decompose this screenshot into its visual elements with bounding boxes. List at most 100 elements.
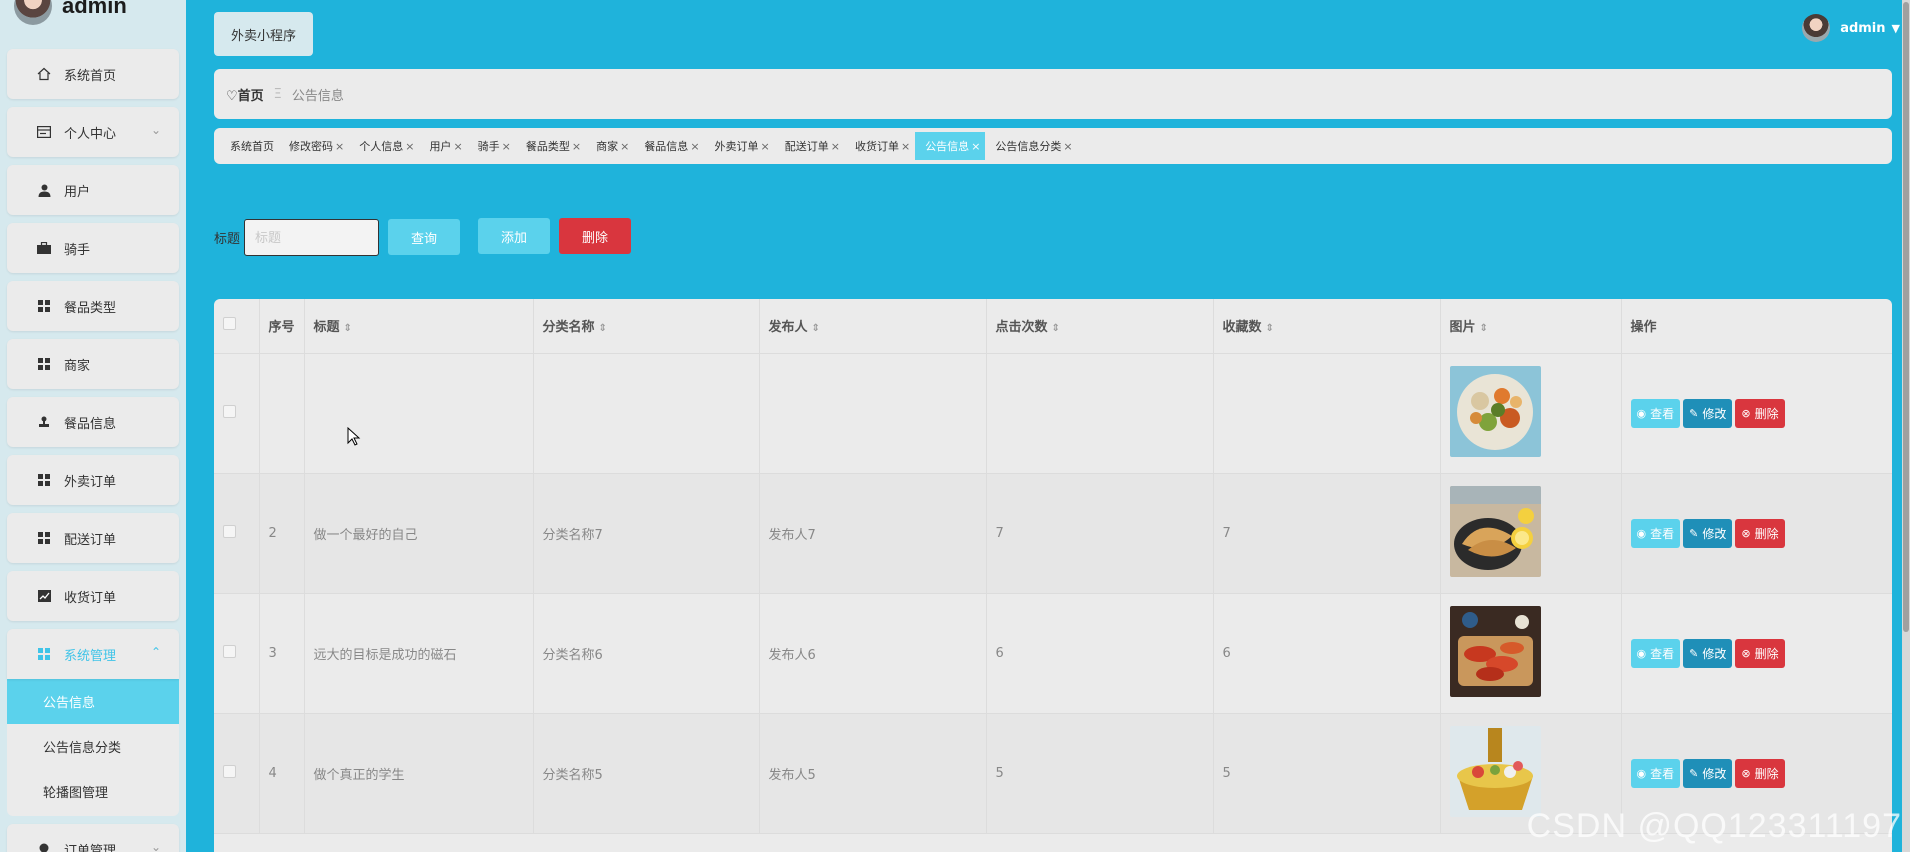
view-button[interactable]: ◉ 查看 <box>1630 638 1681 668</box>
sort-icon[interactable]: ⇕ <box>1052 323 1060 334</box>
tag-delivery-orders[interactable]: 配送订单 × <box>775 132 845 160</box>
row-checkbox[interactable] <box>223 524 236 538</box>
sidebar-item-takeout-orders[interactable]: 外卖订单 <box>7 455 179 505</box>
cell-publisher: 发布人6 <box>759 593 987 714</box>
delete-button[interactable]: ⊗ 删除 <box>1735 398 1785 428</box>
sidebar-item-label: 餐品信息 <box>64 416 117 432</box>
table-row: 2 做一个最好的自己 分类名称7 发布人7 7 7 ◉ 查看 ✎ 修改 ⊗ 删除 <box>214 473 1892 594</box>
close-icon[interactable]: × <box>453 140 462 153</box>
edit-button[interactable]: ✎ 修改 <box>1683 758 1733 788</box>
breadcrumb-home[interactable]: ♡首页 <box>226 85 264 104</box>
edit-button[interactable]: ✎ 修改 <box>1683 518 1733 548</box>
sidebar-item-home[interactable]: 系统首页 <box>7 49 179 99</box>
sidebar-item-users[interactable]: 用户 <box>7 165 179 215</box>
sort-icon[interactable]: ⇕ <box>1266 323 1274 334</box>
sort-icon[interactable]: ⇕ <box>599 323 607 334</box>
sidebar-item-label: 系统管理 <box>64 648 117 664</box>
tag-food-types[interactable]: 餐品类型 × <box>516 132 586 160</box>
close-icon[interactable]: × <box>405 140 414 153</box>
food-image <box>1449 725 1541 817</box>
submenu-item-notice-categories[interactable]: 公告信息分类 <box>7 724 179 769</box>
row-checkbox[interactable] <box>223 764 236 778</box>
view-button[interactable]: ◉ 查看 <box>1630 398 1681 428</box>
sort-icon[interactable]: ⇕ <box>812 323 820 334</box>
close-icon[interactable]: × <box>971 140 980 153</box>
row-checkbox[interactable] <box>223 644 236 658</box>
app-title-button[interactable]: 外卖小程序 <box>214 12 313 56</box>
submenu-item-notices[interactable]: 公告信息 <box>7 679 179 724</box>
col-publisher-label: 发布人 <box>768 320 808 336</box>
col-title[interactable]: 标题 ⇕ <box>304 299 534 354</box>
tag-riders[interactable]: 骑手 × <box>468 132 516 160</box>
close-icon[interactable]: × <box>502 140 511 153</box>
sidebar-item-profile-center[interactable]: 个人中心 ⌄ <box>7 107 179 157</box>
cell-category <box>533 353 760 474</box>
delete-button[interactable]: ⊗ 删除 <box>1735 518 1785 548</box>
col-image[interactable]: 图片 ⇕ <box>1440 299 1622 354</box>
close-icon[interactable]: × <box>831 140 840 153</box>
sidebar-item-receipt-orders[interactable]: 收货订单 <box>7 571 179 621</box>
sidebar-item-order-management[interactable]: 订单管理 ⌄ <box>7 824 179 852</box>
cell-publisher: 发布人7 <box>759 473 987 594</box>
close-icon[interactable]: × <box>572 140 581 153</box>
close-icon[interactable]: × <box>761 140 770 153</box>
pencil-icon: ✎ <box>1689 526 1699 540</box>
edit-button[interactable]: ✎ 修改 <box>1683 398 1733 428</box>
close-icon[interactable]: × <box>1063 140 1072 153</box>
sort-icon[interactable]: ⇕ <box>1480 323 1488 334</box>
user-menu[interactable]: admin ▼ <box>1802 14 1900 42</box>
tag-notices[interactable]: 公告信息 × <box>915 132 986 160</box>
sidebar-item-system-management[interactable]: 系统管理 ⌃ <box>7 629 179 679</box>
scrollbar-thumb[interactable] <box>1903 2 1909 632</box>
sidebar-item-food-info[interactable]: 餐品信息 <box>7 397 179 447</box>
delete-button[interactable]: ⊗ 删除 <box>1735 638 1785 668</box>
sidebar-item-food-types[interactable]: 餐品类型 <box>7 281 179 331</box>
close-icon[interactable]: × <box>901 140 910 153</box>
col-clicks[interactable]: 点击次数 ⇕ <box>986 299 1214 354</box>
tag-home[interactable]: 系统首页 <box>220 132 279 160</box>
tag-takeout-orders[interactable]: 外卖订单 × <box>705 132 775 160</box>
title-search-input[interactable] <box>244 219 379 256</box>
tag-personal-info[interactable]: 个人信息 × <box>349 132 419 160</box>
edit-button[interactable]: ✎ 修改 <box>1683 638 1733 668</box>
delete-button[interactable]: ⊗ 删除 <box>1735 758 1785 788</box>
tag-notice-categories[interactable]: 公告信息分类 × <box>985 132 1077 160</box>
tag-food-info[interactable]: 餐品信息 × <box>634 132 704 160</box>
pencil-icon: ✎ <box>1689 766 1699 780</box>
select-all-checkbox[interactable] <box>223 317 236 331</box>
query-button[interactable]: 查询 <box>388 219 460 255</box>
col-category[interactable]: 分类名称 ⇕ <box>533 299 760 354</box>
view-button[interactable]: ◉ 查看 <box>1630 758 1681 788</box>
view-button[interactable]: ◉ 查看 <box>1630 518 1681 548</box>
sort-icon[interactable]: ⇕ <box>344 323 352 334</box>
col-favorites[interactable]: 收藏数 ⇕ <box>1213 299 1441 354</box>
delete-label: 删除 <box>1754 766 1779 781</box>
close-icon[interactable]: × <box>620 140 629 153</box>
sidebar-item-merchants[interactable]: 商家 <box>7 339 179 389</box>
food-image <box>1449 365 1541 457</box>
sidebar-item-label: 用户 <box>64 184 91 200</box>
close-icon[interactable]: × <box>335 140 344 153</box>
add-button[interactable]: 添加 <box>478 218 550 254</box>
chevron-up-icon: ⌃ <box>150 645 161 659</box>
food-image <box>1449 605 1541 697</box>
col-publisher[interactable]: 发布人 ⇕ <box>759 299 987 354</box>
page-scrollbar[interactable] <box>1902 0 1910 852</box>
close-icon[interactable]: × <box>690 140 699 153</box>
cell-favorites <box>1213 353 1441 474</box>
cell-index: 3 <box>259 593 305 714</box>
table-header-row: 序号 标题 ⇕ 分类名称 ⇕ 发布人 ⇕ 点击次数 ⇕ 收藏数 ⇕ 图片 ⇕ 操作 <box>214 299 1892 354</box>
batch-delete-button[interactable]: 删除 <box>559 218 631 254</box>
tag-users[interactable]: 用户 × <box>419 132 467 160</box>
tag-receipt-orders[interactable]: 收货订单 × <box>845 132 915 160</box>
chevron-down-icon: ⌄ <box>150 123 161 137</box>
sidebar-item-riders[interactable]: 骑手 <box>7 223 179 273</box>
close-circle-icon: ⊗ <box>1741 646 1751 660</box>
tag-change-password[interactable]: 修改密码 × <box>279 132 349 160</box>
sidebar-item-delivery-orders[interactable]: 配送订单 <box>7 513 179 563</box>
tag-merchants[interactable]: 商家 × <box>586 132 634 160</box>
submenu-item-carousel[interactable]: 轮播图管理 <box>7 769 179 814</box>
cell-favorites: 7 <box>1213 473 1441 594</box>
tag-label: 公告信息 <box>925 140 970 153</box>
row-checkbox[interactable] <box>223 404 236 418</box>
